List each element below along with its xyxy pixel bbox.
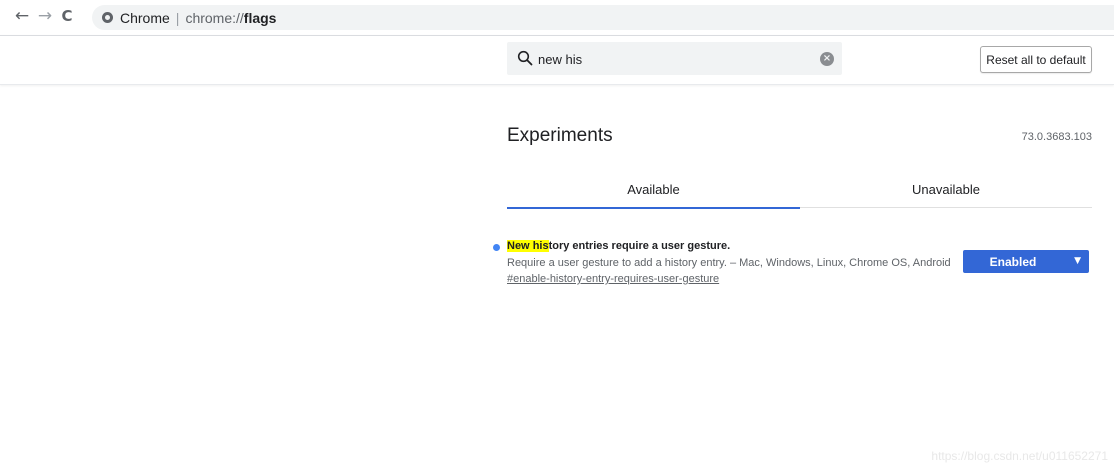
address-separator: | <box>175 9 180 26</box>
flags-header: × Reset all to default <box>0 35 1114 85</box>
experiment-item: New history entries require a user gestu… <box>492 239 1092 289</box>
forward-arrow-icon[interactable]: → <box>34 5 56 27</box>
highlight-part-2: his <box>532 240 549 252</box>
page-title: Experiments <box>507 125 613 146</box>
address-site-label: Chrome <box>120 9 170 26</box>
tab-bar: Available Unavailable <box>507 171 1092 209</box>
search-highlight: New his <box>507 240 549 252</box>
back-arrow-icon[interactable]: ← <box>11 5 33 27</box>
browser-toolbar: ← → C Chrome | chrome://flags <box>0 0 1114 34</box>
watermark: https://blog.csdn.net/u011652271 <box>931 449 1108 463</box>
highlight-part-1: New <box>507 240 533 252</box>
reset-all-button[interactable]: Reset all to default <box>980 46 1092 73</box>
experiment-title-rest: tory entries require a user gesture. <box>548 240 731 252</box>
address-path: flags <box>243 9 277 26</box>
address-scheme: chrome:// <box>185 9 244 26</box>
modified-dot-icon <box>493 244 500 251</box>
search-input[interactable] <box>538 50 808 68</box>
chrome-icon <box>102 12 113 23</box>
chevron-down-icon: ▼ <box>1074 256 1081 266</box>
tab-unavailable[interactable]: Unavailable <box>800 171 1092 208</box>
clear-search-icon[interactable]: × <box>820 52 834 66</box>
address-bar[interactable]: Chrome | chrome://flags <box>92 5 1114 30</box>
select-value: Enabled <box>989 254 1037 269</box>
experiment-state-select[interactable]: Enabled ▼ <box>963 250 1089 273</box>
experiment-title: New history entries require a user gestu… <box>507 240 730 252</box>
experiment-description: Require a user gesture to add a history … <box>507 257 951 269</box>
experiment-permalink[interactable]: #enable-history-entry-requires-user-gest… <box>507 273 719 285</box>
version-label: 73.0.3683.103 <box>1021 131 1092 143</box>
search-icon <box>517 50 533 66</box>
search-box[interactable]: × <box>507 42 842 75</box>
reload-icon[interactable]: C <box>56 5 78 27</box>
tab-available[interactable]: Available <box>507 171 800 209</box>
